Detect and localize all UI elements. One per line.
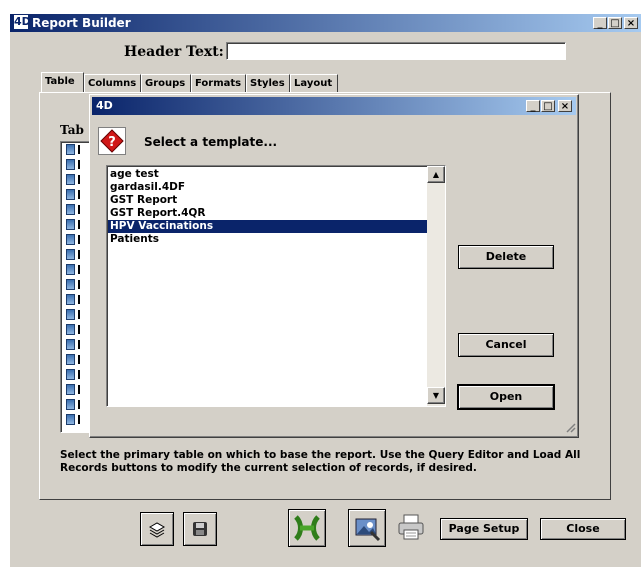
template-list-item[interactable]: Patients	[108, 233, 428, 246]
header-text-label: Header Text:	[124, 44, 224, 60]
table-name-fragment	[78, 145, 80, 154]
tab-groups[interactable]: Groups	[141, 74, 191, 92]
table-name-fragment	[78, 355, 80, 364]
printer-icon[interactable]	[396, 512, 428, 544]
table-name-fragment	[78, 295, 80, 304]
tab-columns[interactable]: Columns	[84, 74, 141, 92]
dialog-title-bar[interactable]: 4D _ □ ×	[92, 97, 576, 115]
template-list-item[interactable]: age test	[108, 168, 428, 181]
dialog-logo-icon: 4D	[96, 99, 113, 112]
table-icon	[66, 204, 75, 215]
close-button[interactable]: Close	[540, 518, 626, 540]
tab-styles[interactable]: Styles	[246, 74, 290, 92]
table-icon	[66, 159, 75, 170]
template-list-item[interactable]: GST Report	[108, 194, 428, 207]
resize-grip-icon[interactable]	[564, 421, 576, 433]
table-name-fragment	[78, 235, 80, 244]
tab-formats[interactable]: Formats	[191, 74, 246, 92]
dialog-minimize-button[interactable]: _	[526, 100, 540, 112]
main-title-bar[interactable]: 4D Report Builder _ □ ×	[10, 14, 641, 32]
template-list-scrollbar[interactable]: ▲ ▼	[427, 166, 445, 406]
table-name-fragment	[78, 205, 80, 214]
table-icon	[66, 324, 75, 335]
table-icon	[66, 174, 75, 185]
dialog-maximize-button[interactable]: □	[541, 100, 555, 112]
table-icon	[66, 414, 75, 425]
table-icon	[66, 354, 75, 365]
question-icon: ?	[98, 127, 126, 155]
open-button[interactable]: Open	[458, 385, 554, 409]
table-name-fragment	[78, 385, 80, 394]
table-name-fragment	[78, 250, 80, 259]
table-icon	[66, 399, 75, 410]
stack-icon	[148, 522, 166, 538]
table-icon	[66, 369, 75, 380]
table-icon	[66, 309, 75, 320]
table-icon	[66, 384, 75, 395]
table-name-fragment	[78, 400, 80, 409]
scroll-down-arrow[interactable]: ▼	[427, 387, 445, 404]
cancel-button[interactable]: Cancel	[458, 333, 554, 357]
table-name-fragment	[78, 160, 80, 169]
query-editor-icon	[294, 515, 320, 541]
app-logo-icon: 4D	[14, 15, 31, 29]
template-list-item[interactable]: GST Report.4QR	[108, 207, 428, 220]
minimize-button[interactable]: _	[593, 17, 607, 29]
header-text-input[interactable]	[226, 42, 566, 60]
table-icon	[66, 279, 75, 290]
table-icon	[66, 234, 75, 245]
table-icon	[66, 219, 75, 230]
dialog-close-button[interactable]: ×	[558, 100, 572, 112]
maximize-button[interactable]: □	[608, 17, 622, 29]
table-name-fragment	[78, 175, 80, 184]
table-name-fragment	[78, 220, 80, 229]
template-list-item[interactable]: HPV Vaccinations	[108, 220, 428, 233]
help-text: Select the primary table on which to bas…	[60, 449, 581, 474]
template-dialog: 4D _ □ × ? Select a template... age test…	[89, 94, 579, 438]
main-window-title: Report Builder	[32, 16, 131, 30]
table-name-fragment	[78, 415, 80, 424]
scroll-up-arrow[interactable]: ▲	[427, 166, 445, 183]
page-setup-button[interactable]: Page Setup	[440, 518, 528, 540]
table-icon	[66, 339, 75, 350]
table-name-fragment	[78, 370, 80, 379]
delete-button[interactable]: Delete	[458, 245, 554, 269]
template-list[interactable]: age test gardasil.4DF GST Report GST Report…	[106, 165, 446, 407]
query-editor-button[interactable]	[288, 509, 326, 547]
close-window-button[interactable]: ×	[624, 17, 638, 29]
tab-layout[interactable]: Layout	[290, 74, 338, 92]
table-name-fragment	[78, 265, 80, 274]
save-button[interactable]	[183, 512, 217, 546]
table-name-fragment	[78, 310, 80, 319]
tab-table[interactable]: Table	[41, 72, 84, 92]
table-name-fragment	[78, 280, 80, 289]
print-settings-button[interactable]	[140, 512, 174, 546]
template-list-item[interactable]: gardasil.4DF	[108, 181, 428, 194]
svg-text:?: ?	[108, 135, 116, 150]
dialog-prompt: Select a template...	[144, 135, 278, 149]
table-name-fragment	[78, 325, 80, 334]
floppy-disk-icon	[193, 522, 207, 536]
picture-icon	[355, 518, 381, 542]
load-all-records-button[interactable]	[348, 509, 386, 547]
table-label: Tab	[60, 123, 84, 137]
table-name-fragment	[78, 190, 80, 199]
table-icon	[66, 144, 75, 155]
table-icon	[66, 264, 75, 275]
table-icon	[66, 249, 75, 260]
table-icon	[66, 294, 75, 305]
table-name-fragment	[78, 340, 80, 349]
table-icon	[66, 189, 75, 200]
